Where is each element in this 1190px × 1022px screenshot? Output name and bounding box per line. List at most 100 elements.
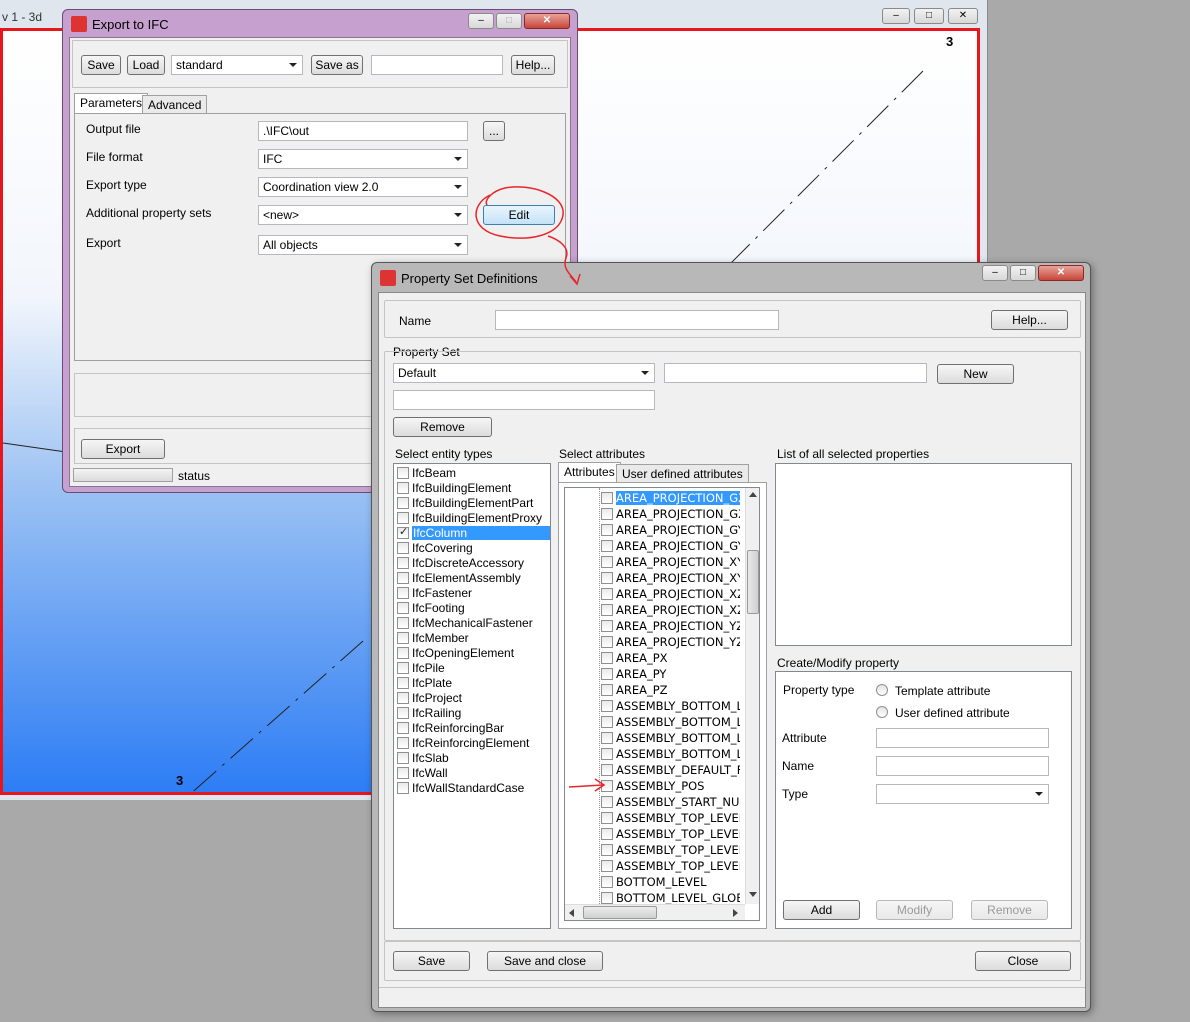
attribute-item[interactable]: ASSEMBLY_START_NU (601, 794, 746, 810)
attribute-checkbox[interactable] (601, 620, 613, 632)
property-set-select[interactable]: Default (393, 363, 655, 383)
export-minimize-button[interactable]: – (468, 13, 494, 29)
attribute-item[interactable]: ASSEMBLY_BOTTOM_L (601, 746, 746, 762)
entity-type-checkbox[interactable] (397, 511, 409, 524)
entity-type-checkbox[interactable] (397, 691, 409, 704)
attribute-checkbox[interactable] (601, 860, 613, 872)
entity-type-checkbox[interactable] (397, 661, 409, 674)
entity-type-checkbox[interactable] (397, 525, 409, 539)
entity-type-item[interactable]: IfcDiscreteAccessory (394, 555, 550, 570)
secondary-name-input[interactable] (393, 390, 655, 410)
attribute-item[interactable]: AREA_PROJECTION_YZ (601, 634, 746, 650)
attribute-checkbox[interactable] (601, 508, 613, 520)
type-select[interactable] (876, 784, 1049, 804)
entity-type-item[interactable]: IfcWall (394, 765, 550, 780)
export-type-select[interactable]: Coordination view 2.0 (258, 177, 468, 197)
entity-type-checkbox[interactable] (397, 496, 409, 509)
tab-user-defined-attributes[interactable]: User defined attributes (616, 464, 749, 483)
browse-button[interactable]: ... (483, 121, 505, 141)
entity-type-item[interactable]: IfcRailing (394, 705, 550, 720)
additional-property-sets-select[interactable]: <new> (258, 205, 468, 225)
attribute-checkbox[interactable] (601, 492, 613, 504)
entity-type-item[interactable]: IfcOpeningElement (394, 645, 550, 660)
attribute-item[interactable]: ASSEMBLY_POS (601, 778, 746, 794)
export-scope-select[interactable]: All objects (258, 235, 468, 255)
attribute-checkbox[interactable] (601, 668, 613, 680)
new-button[interactable]: New (937, 364, 1014, 384)
attribute-checkbox[interactable] (601, 572, 613, 584)
scroll-left-arrow-icon[interactable] (569, 909, 574, 917)
attribute-item[interactable]: AREA_PROJECTION_GX (601, 490, 746, 506)
entity-type-item[interactable]: IfcMember (394, 630, 550, 645)
attribute-item[interactable]: AREA_PROJECTION_XY (601, 570, 746, 586)
attribute-item[interactable]: AREA_PROJECTION_GX (601, 506, 746, 522)
edit-button[interactable]: Edit (483, 205, 555, 225)
bg-maximize-button[interactable]: □ (914, 8, 944, 24)
entity-type-item[interactable]: IfcBeam (394, 465, 550, 480)
entity-type-item[interactable]: IfcElementAssembly (394, 570, 550, 585)
attribute-item[interactable]: ASSEMBLY_BOTTOM_L (601, 714, 746, 730)
attribute-checkbox[interactable] (601, 716, 613, 728)
entity-type-checkbox[interactable] (397, 616, 409, 629)
attribute-checkbox[interactable] (601, 588, 613, 600)
entity-type-checkbox[interactable] (397, 736, 409, 749)
scroll-up-arrow-icon[interactable] (749, 492, 757, 497)
attribute-checkbox[interactable] (601, 732, 613, 744)
export-close-button[interactable]: ✕ (524, 13, 570, 29)
scroll-down-arrow-icon[interactable] (749, 892, 757, 897)
attribute-checkbox[interactable] (601, 636, 613, 648)
entity-type-item[interactable]: IfcBuildingElement (394, 480, 550, 495)
attribute-item[interactable]: AREA_PROJECTION_YZ (601, 618, 746, 634)
attribute-checkbox[interactable] (601, 684, 613, 696)
save-as-name-input[interactable] (371, 55, 503, 75)
psd-save-button[interactable]: Save (393, 951, 470, 971)
remove-set-button[interactable]: Remove (393, 417, 492, 437)
tab-attributes[interactable]: Attributes (558, 462, 621, 483)
attribute-checkbox[interactable] (601, 524, 613, 536)
export-button[interactable]: Export (81, 439, 165, 459)
remove-property-button[interactable]: Remove (971, 900, 1048, 920)
attribute-item[interactable]: ASSEMBLY_BOTTOM_L (601, 698, 746, 714)
add-property-button[interactable]: Add (783, 900, 860, 920)
attribute-checkbox[interactable] (601, 892, 613, 904)
entity-type-checkbox[interactable] (397, 586, 409, 599)
entity-type-item[interactable]: IfcMechanicalFastener (394, 615, 550, 630)
attribute-item[interactable]: AREA_PROJECTION_GY (601, 538, 746, 554)
psd-close-button[interactable]: ✕ (1038, 265, 1084, 281)
scrollbar-thumb[interactable] (747, 550, 759, 614)
attribute-item[interactable]: ASSEMBLY_DEFAULT_F (601, 762, 746, 778)
horizontal-scrollbar-thumb[interactable] (583, 906, 657, 919)
attribute-item[interactable]: AREA_PZ (601, 682, 746, 698)
entity-type-checkbox[interactable] (397, 556, 409, 569)
attribute-item[interactable]: AREA_PROJECTION_GY (601, 522, 746, 538)
entity-type-checkbox[interactable] (397, 721, 409, 734)
attribute-item[interactable]: ASSEMBLY_TOP_LEVEL (601, 826, 746, 842)
attribute-checkbox[interactable] (601, 764, 613, 776)
bg-minimize-button[interactable]: – (882, 8, 910, 24)
attribute-checkbox[interactable] (601, 844, 613, 856)
entity-type-checkbox[interactable] (397, 676, 409, 689)
export-maximize-button[interactable]: □ (496, 13, 522, 29)
toolbar-help-button[interactable]: Help... (511, 55, 555, 75)
entity-type-item[interactable]: IfcReinforcingBar (394, 720, 550, 735)
modify-property-button[interactable]: Modify (876, 900, 953, 920)
entity-type-item[interactable]: IfcProject (394, 690, 550, 705)
attribute-item[interactable]: BOTTOM_LEVEL (601, 874, 746, 890)
attribute-checkbox[interactable] (601, 540, 613, 552)
attribute-checkbox[interactable] (601, 876, 613, 888)
property-name-input[interactable] (876, 756, 1049, 776)
entity-type-checkbox[interactable] (397, 751, 409, 764)
save-and-close-button[interactable]: Save and close (487, 951, 603, 971)
entity-type-checkbox[interactable] (397, 601, 409, 614)
entity-type-item[interactable]: IfcReinforcingElement (394, 735, 550, 750)
attribute-checkbox[interactable] (601, 556, 613, 568)
entity-type-item[interactable]: IfcFooting (394, 600, 550, 615)
entity-type-item[interactable]: IfcBuildingElementPart (394, 495, 550, 510)
attribute-item[interactable]: ASSEMBLY_TOP_LEVEL (601, 858, 746, 874)
psd-maximize-button[interactable]: □ (1010, 265, 1036, 281)
scroll-right-arrow-icon[interactable] (733, 909, 738, 917)
attribute-item[interactable]: AREA_PROJECTION_XY (601, 554, 746, 570)
template-attribute-radio[interactable] (876, 684, 888, 696)
entity-type-checkbox[interactable] (397, 706, 409, 719)
entity-type-checkbox[interactable] (397, 781, 409, 794)
